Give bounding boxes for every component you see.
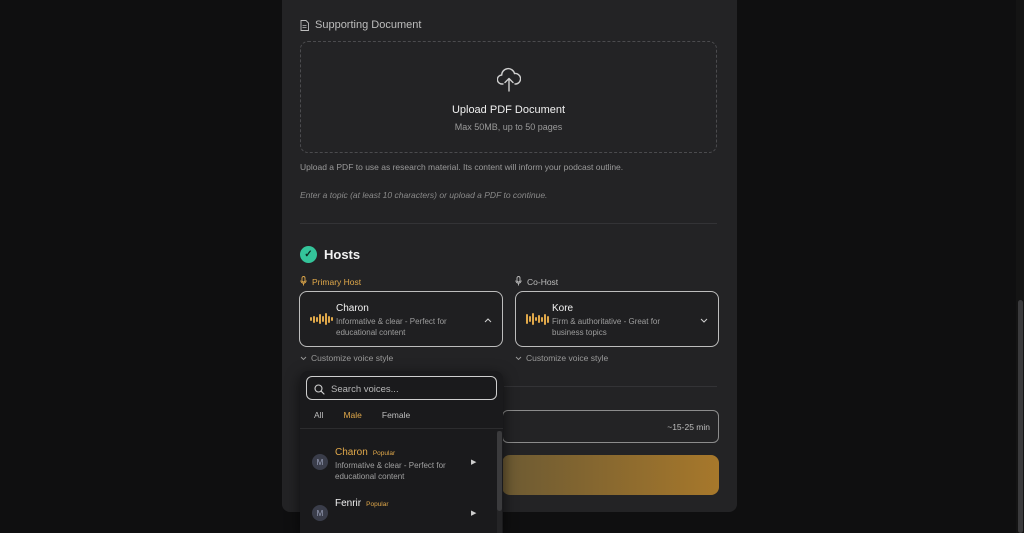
avatar: M (312, 454, 328, 470)
primary-customize-label: Customize voice style (311, 353, 394, 363)
supporting-document-label: Supporting Document (300, 19, 421, 31)
cohost-customize-voice-toggle[interactable]: Customize voice style (515, 353, 608, 363)
voice-name: Fenrir Popular (335, 498, 389, 509)
popular-badge: Popular (372, 450, 396, 457)
duration-select[interactable]: ~15-25 min (502, 410, 719, 443)
pdf-upload-dropzone[interactable]: Upload PDF Document Max 50MB, up to 50 p… (300, 41, 717, 153)
cohost-label-text: Co-Host (527, 277, 559, 287)
cloud-upload-icon (496, 66, 522, 97)
voice-name-text: Charon (335, 447, 368, 458)
primary-customize-voice-toggle[interactable]: Customize voice style (300, 353, 393, 363)
cohost-name: Kore (552, 303, 574, 314)
upload-help-text: Upload a PDF to use as research material… (300, 162, 624, 172)
cohost-description: Firm & authoritative - Great for busines… (552, 317, 661, 337)
hosts-header: ✓ Hosts (300, 246, 360, 263)
voice-name-text: Fenrir (335, 498, 362, 509)
cohost-select[interactable]: Kore Firm & authoritative - Great for bu… (515, 291, 719, 347)
filter-tab-male[interactable]: Male (343, 410, 361, 420)
voice-list-scrollbar[interactable] (497, 431, 502, 533)
duration-value: ~15-25 min (667, 422, 710, 432)
supporting-document-text: Supporting Document (315, 19, 422, 31)
document-icon (300, 19, 309, 31)
voice-search-field[interactable] (306, 376, 497, 400)
voice-description: Informative & clear - Perfect for educat… (335, 461, 446, 481)
waveform-icon (310, 313, 333, 325)
search-icon (314, 382, 325, 400)
section-divider (504, 386, 717, 387)
avatar: M (312, 505, 328, 521)
gender-filter-tabs: All Male Female (314, 410, 410, 420)
play-preview-icon[interactable]: ▶ (471, 458, 476, 466)
voice-list-scrollbar-thumb[interactable] (497, 431, 502, 511)
play-preview-icon[interactable]: ▶ (471, 509, 476, 517)
microphone-icon (300, 276, 307, 288)
microphone-icon (515, 276, 522, 288)
upload-title: Upload PDF Document (451, 104, 566, 116)
check-icon: ✓ (300, 246, 317, 263)
primary-host-label: Primary Host (300, 276, 361, 288)
voice-dropdown: All Male Female M Charon Popular Informat… (300, 371, 503, 533)
section-divider (300, 223, 717, 224)
filter-tab-female[interactable]: Female (382, 410, 410, 420)
topic-hint-text: Enter a topic (at least 10 characters) o… (300, 190, 548, 200)
page-scrollbar[interactable] (1016, 0, 1024, 533)
primary-host-description: Informative & clear - Perfect for educat… (336, 317, 447, 337)
voice-option-fenrir[interactable]: M Fenrir Popular ▶ (300, 495, 497, 533)
filter-divider (300, 428, 503, 429)
upload-subtitle: Max 50MB, up to 50 pages (454, 122, 563, 132)
popular-badge: Popular (366, 501, 389, 508)
filter-tab-all[interactable]: All (314, 410, 323, 420)
voice-search-input[interactable] (329, 381, 493, 397)
primary-host-name: Charon (336, 303, 369, 314)
primary-host-label-text: Primary Host (312, 277, 362, 287)
page-scrollbar-thumb[interactable] (1018, 300, 1023, 533)
chevron-down-icon (700, 315, 708, 325)
chevron-down-icon (515, 353, 522, 363)
waveform-icon (526, 313, 549, 325)
chevron-down-icon (300, 353, 307, 363)
hosts-title: Hosts (324, 247, 361, 262)
voice-option-charon[interactable]: M Charon Popular Informative & clear - Pe… (300, 444, 497, 498)
voice-name: Charon Popular (335, 447, 395, 458)
primary-host-select[interactable]: Charon Informative & clear - Perfect for… (299, 291, 503, 347)
generate-button[interactable] (502, 455, 719, 495)
chevron-up-icon (484, 315, 492, 325)
cohost-customize-label: Customize voice style (526, 353, 609, 363)
cohost-label: Co-Host (515, 276, 558, 288)
